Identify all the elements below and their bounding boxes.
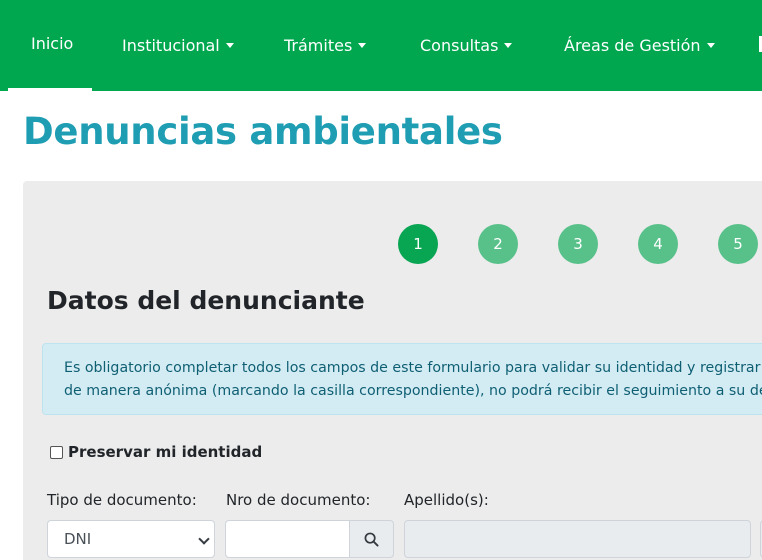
- nav-item-inicio[interactable]: Inicio: [31, 0, 73, 89]
- top-navbar: Inicio Institucional Trámites Consultas …: [0, 0, 762, 91]
- alert-line-2: de manera anónima (marcando la casilla c…: [64, 383, 762, 399]
- caret-down-icon: [358, 43, 367, 48]
- wizard-step-5[interactable]: 5: [718, 224, 758, 264]
- caret-down-icon: [706, 43, 715, 48]
- nav-item-tramites[interactable]: Trámites: [284, 0, 367, 91]
- nav-item-label: Institucional: [122, 36, 220, 55]
- nav-item-label: Áreas de Gestión: [564, 36, 701, 55]
- section-title: Datos del denunciante: [47, 286, 365, 315]
- doc-type-select[interactable]: DNI: [47, 520, 215, 558]
- doc-number-label: Nro de documento:: [226, 491, 371, 509]
- nav-item-label: Consultas: [420, 36, 499, 55]
- preserve-identity-option[interactable]: Preservar mi identidad: [50, 443, 262, 461]
- chevron-down-icon: [198, 533, 210, 545]
- nav-item-areas-de-gestion[interactable]: Áreas de Gestión: [564, 0, 715, 91]
- search-icon: [364, 532, 379, 547]
- step-number: 5: [733, 235, 743, 253]
- alert-line-1: Es obligatorio completar todos los campo…: [64, 360, 762, 376]
- info-alert: Es obligatorio completar todos los campo…: [42, 343, 762, 415]
- active-nav-indicator: [8, 88, 92, 91]
- doc-type-label: Tipo de documento:: [47, 491, 197, 509]
- search-button[interactable]: [349, 520, 394, 558]
- nav-item-consultas[interactable]: Consultas: [420, 0, 513, 91]
- step-number: 2: [493, 235, 503, 253]
- step-number: 3: [573, 235, 583, 253]
- page-title: Denuncias ambientales: [23, 110, 503, 153]
- caret-down-icon: [504, 43, 513, 48]
- surname-label: Apellido(s):: [404, 491, 489, 509]
- nav-item-institucional[interactable]: Institucional: [122, 0, 234, 91]
- wizard-step-3[interactable]: 3: [558, 224, 598, 264]
- wizard-step-4[interactable]: 4: [638, 224, 678, 264]
- step-number: 1: [413, 235, 423, 253]
- doc-type-value: DNI: [64, 530, 92, 548]
- nav-item-label: Trámites: [284, 36, 353, 55]
- preserve-identity-label: Preservar mi identidad: [68, 443, 263, 461]
- caret-down-icon: [225, 43, 234, 48]
- doc-number-input[interactable]: [225, 520, 350, 558]
- preserve-identity-checkbox[interactable]: [50, 445, 63, 459]
- nav-item-label: Inicio: [31, 34, 74, 53]
- wizard-step-1[interactable]: 1: [398, 224, 438, 264]
- step-number: 4: [653, 235, 663, 253]
- surname-input: [404, 520, 751, 558]
- wizard-step-2[interactable]: 2: [478, 224, 518, 264]
